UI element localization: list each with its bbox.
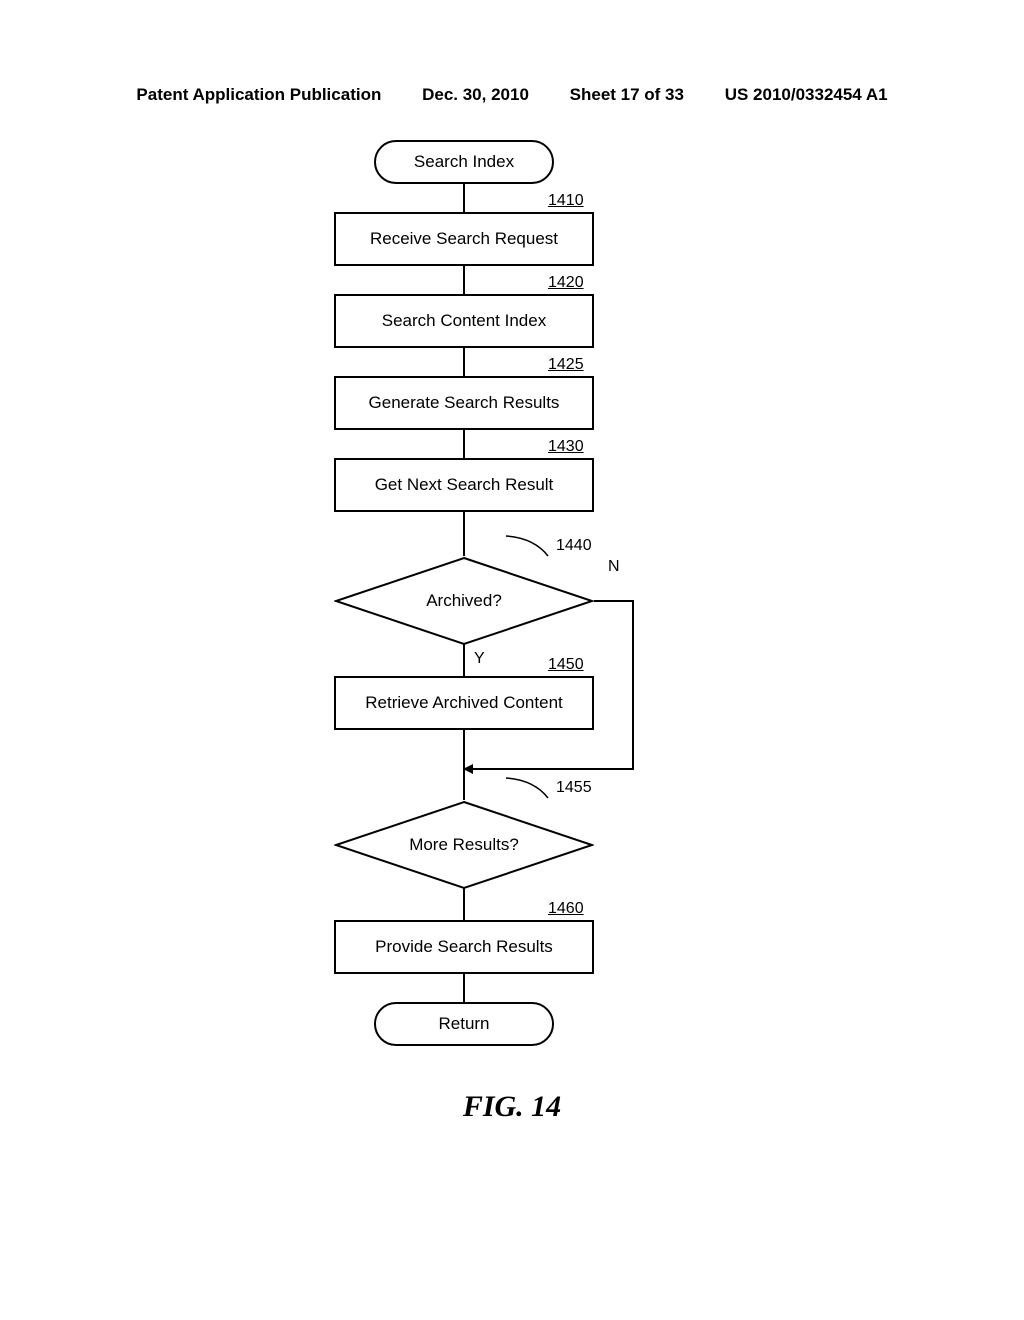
node-1440-label: Archived?	[426, 591, 502, 611]
decision-no-label: N	[608, 558, 620, 576]
figure-caption: FIG. 14	[0, 1090, 1024, 1124]
ref-1460: 1460	[548, 900, 584, 918]
node-1460: Provide Search Results	[334, 920, 594, 974]
ref-1440: 1440	[556, 537, 592, 555]
ref-1410: 1410	[548, 192, 584, 210]
node-1420: Search Content Index	[334, 294, 594, 348]
pub-type: Patent Application Publication	[136, 85, 381, 105]
node-1410-label: Receive Search Request	[370, 229, 558, 249]
node-start-label: Search Index	[414, 152, 514, 172]
ref-1455: 1455	[556, 779, 592, 797]
ref-1420: 1420	[548, 274, 584, 292]
pub-date: Dec. 30, 2010	[422, 85, 529, 105]
connector	[472, 768, 634, 770]
decision-yes-label: Y	[474, 650, 485, 668]
pub-number: US 2010/0332454 A1	[725, 85, 888, 105]
connector	[463, 888, 465, 920]
connector	[463, 512, 465, 556]
ref-1425: 1425	[548, 356, 584, 374]
connector	[463, 644, 465, 676]
node-1450-label: Retrieve Archived Content	[365, 693, 563, 713]
node-1455: More Results?	[334, 800, 594, 890]
node-1410: Receive Search Request	[334, 212, 594, 266]
connector	[632, 600, 634, 770]
connector	[463, 974, 465, 1002]
connector	[463, 348, 465, 376]
connector	[463, 430, 465, 458]
node-1425: Generate Search Results	[334, 376, 594, 430]
page-header: Patent Application Publication Dec. 30, …	[0, 85, 1024, 105]
node-start: Search Index	[374, 140, 554, 184]
ref-leader-1455	[504, 776, 564, 802]
node-1430: Get Next Search Result	[334, 458, 594, 512]
node-1440: Archived?	[334, 556, 594, 646]
node-1430-label: Get Next Search Result	[375, 475, 554, 495]
ref-1430: 1430	[548, 438, 584, 456]
connector	[463, 184, 465, 212]
connector	[463, 730, 465, 800]
node-1450: Retrieve Archived Content	[334, 676, 594, 730]
node-1425-label: Generate Search Results	[369, 393, 560, 413]
node-end-label: Return	[438, 1014, 489, 1034]
node-1420-label: Search Content Index	[382, 311, 546, 331]
node-end: Return	[374, 1002, 554, 1046]
node-1455-label: More Results?	[409, 835, 519, 855]
connector	[463, 266, 465, 294]
connector	[594, 600, 634, 602]
sheet-info: Sheet 17 of 33	[570, 85, 684, 105]
node-1460-label: Provide Search Results	[375, 937, 553, 957]
ref-1450: 1450	[548, 656, 584, 674]
